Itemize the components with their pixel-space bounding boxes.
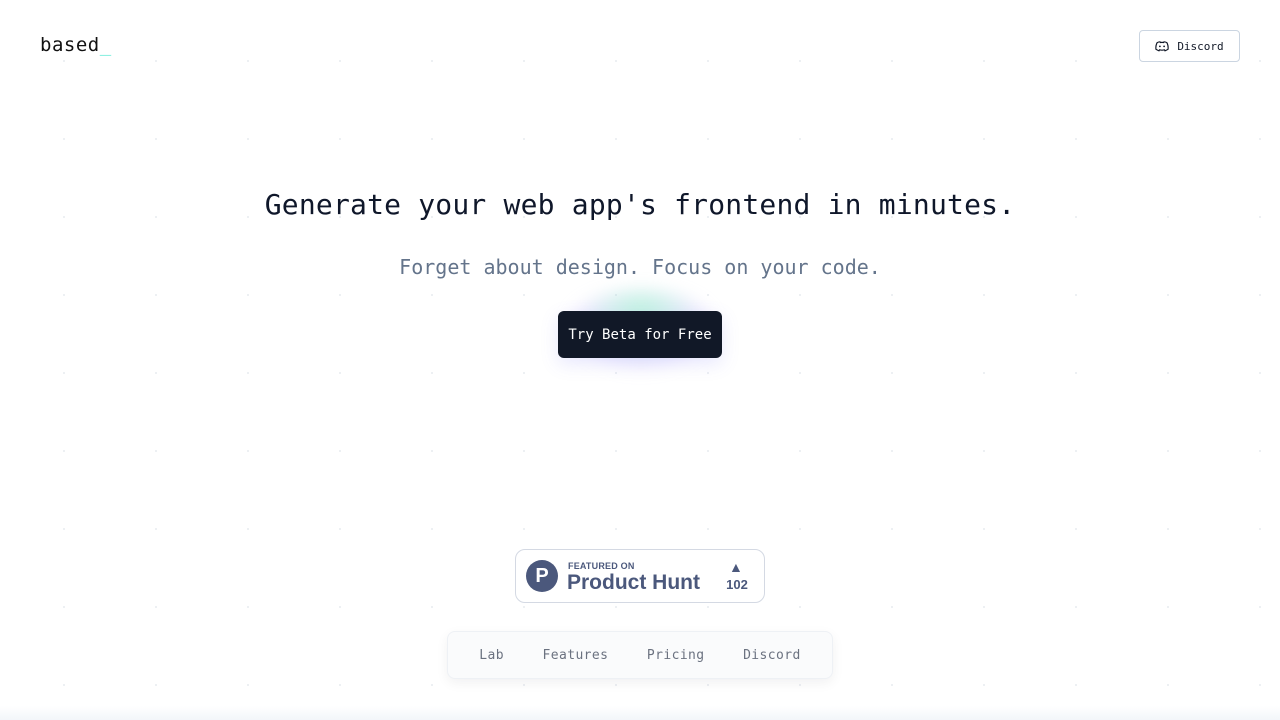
footer-nav: Lab Features Pricing Discord — [447, 631, 833, 679]
discord-button[interactable]: Discord — [1139, 30, 1240, 62]
product-hunt-vote-count: 102 — [726, 577, 748, 592]
background-dot-pattern — [0, 0, 1280, 720]
logo-text: based — [40, 34, 100, 56]
logo-cursor: _ — [99, 34, 112, 56]
footer-nav-discord[interactable]: Discord — [743, 648, 801, 663]
hero-title: Generate your web app's frontend in minu… — [264, 188, 1016, 221]
landing-page: based_ Discord Generate your web app's f… — [0, 0, 1280, 720]
triangle-up-icon: ▲ — [729, 559, 743, 575]
logo[interactable]: based_ — [40, 34, 112, 56]
discord-button-label: Discord — [1177, 39, 1224, 53]
product-hunt-name: Product Hunt — [567, 571, 700, 594]
footer-nav-features[interactable]: Features — [543, 648, 609, 663]
product-hunt-featured-label: FEATURED ON — [568, 561, 635, 571]
discord-icon — [1155, 40, 1170, 52]
try-beta-button[interactable]: Try Beta for Free — [558, 311, 722, 358]
product-hunt-logo-icon: P — [526, 560, 558, 592]
product-hunt-badge[interactable]: P FEATURED ON Product Hunt ▲ 102 — [515, 549, 765, 603]
hero-subtitle: Forget about design. Focus on your code. — [399, 255, 881, 279]
footer-nav-pricing[interactable]: Pricing — [647, 648, 705, 663]
footer-nav-lab[interactable]: Lab — [479, 648, 504, 663]
bottom-fade — [0, 706, 1280, 720]
